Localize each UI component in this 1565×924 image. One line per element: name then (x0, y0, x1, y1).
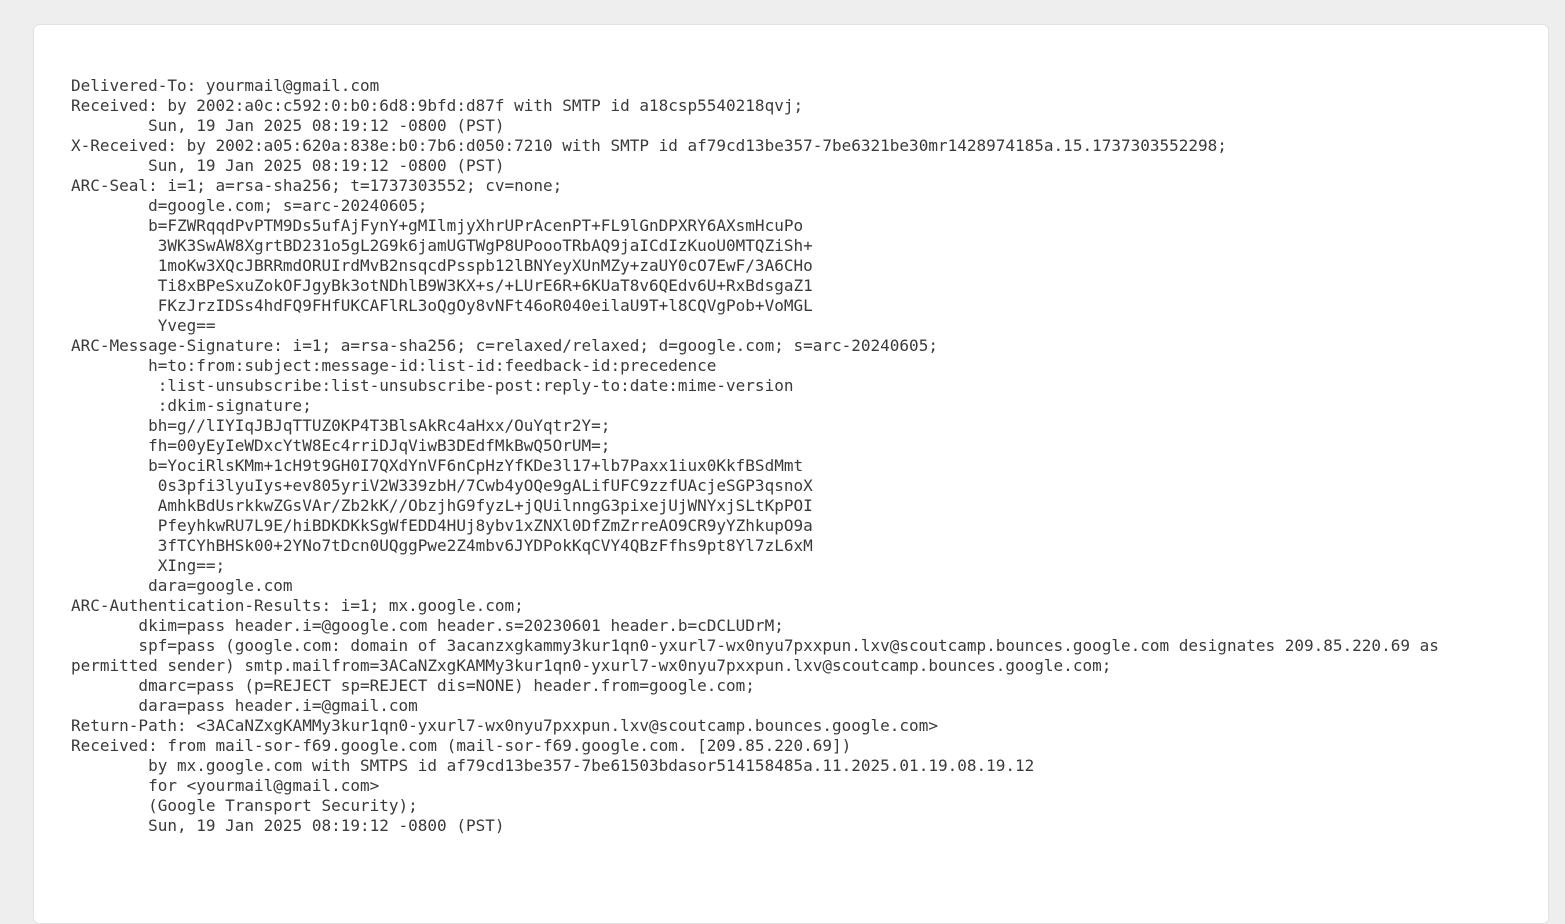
header-line: PfeyhkwRU7L9E/hiBDKDKkSgWfEDD4HUj8ybv1xZ… (71, 516, 813, 535)
header-line: spf=pass (google.com: domain of 3acanzxg… (71, 636, 1439, 655)
header-line: b=FZWRqqdPvPTM9Ds5ufAjFynY+gMIlmjyXhrUPr… (71, 216, 804, 235)
header-line: 3fTCYhBHSk00+2YNo7tDcn0UQggPwe2Z4mbv6JYD… (71, 536, 813, 555)
header-line: bh=g//lIYIqJBJqTTUZ0KP4T3BlsAkRc4aHxx/Ou… (71, 416, 611, 435)
header-line: X-Received: by 2002:a05:620a:838e:b0:7b6… (71, 136, 1227, 155)
header-line: ARC-Seal: i=1; a=rsa-sha256; t=173730355… (71, 176, 563, 195)
header-line: by mx.google.com with SMTPS id af79cd13b… (71, 756, 1035, 775)
header-line: XIng==; (71, 556, 226, 575)
header-line: h=to:from:subject:message-id:list-id:fee… (71, 356, 717, 375)
header-line: Received: from mail-sor-f69.google.com (… (71, 736, 852, 755)
header-line: Ti8xBPeSxuZokOFJgyBk3otNDhlB9W3KX+s/+LUr… (71, 276, 813, 295)
header-line: Delivered-To: yourmail@gmail.com (71, 76, 380, 95)
header-line: (Google Transport Security); (71, 796, 418, 815)
header-line: Sun, 19 Jan 2025 08:19:12 -0800 (PST) (71, 816, 505, 835)
header-line: Sun, 19 Jan 2025 08:19:12 -0800 (PST) (71, 116, 505, 135)
header-line: Yveg== (71, 316, 216, 335)
header-line: dara=google.com (71, 576, 293, 595)
header-line: fh=00yEyIeWDxcYtW8Ec4rriDJqViwB3DEdfMkBw… (71, 436, 611, 455)
header-line: 1moKw3XQcJBRRmdORUIrdMvB2nsqcdPsspb12lBN… (71, 256, 813, 275)
header-line: FKzJrzIDSs4hdFQ9FHfUKCAFlRL3oQgOy8vNFt46… (71, 296, 813, 315)
header-line: Return-Path: <3ACaNZxgKAMMy3kur1qn0-yxur… (71, 716, 938, 735)
raw-email-headers: Delivered-To: yourmail@gmail.com Received… (71, 76, 1439, 836)
header-line: 0s3pfi3lyuIys+ev805yriV2W339zbH/7Cwb4yOQ… (71, 476, 813, 495)
header-line: ARC-Authentication-Results: i=1; mx.goog… (71, 596, 524, 615)
header-line: dara=pass header.i=@gmail.com (71, 696, 418, 715)
header-line: for <yourmail@gmail.com> (71, 776, 380, 795)
header-line: :dkim-signature; (71, 396, 312, 415)
header-line: dmarc=pass (p=REJECT sp=REJECT dis=NONE)… (71, 676, 755, 695)
header-line: Received: by 2002:a0c:c592:0:b0:6d8:9bfd… (71, 96, 804, 115)
header-line: :list-unsubscribe:list-unsubscribe-post:… (71, 376, 794, 395)
header-line: permitted sender) smtp.mailfrom=3ACaNZxg… (71, 656, 1112, 675)
header-line: d=google.com; s=arc-20240605; (71, 196, 428, 215)
header-line: ARC-Message-Signature: i=1; a=rsa-sha256… (71, 336, 938, 355)
header-line: Sun, 19 Jan 2025 08:19:12 -0800 (PST) (71, 156, 505, 175)
header-line: b=YociRlsKMm+1cH9t9GH0I7QXdYnVF6nCpHzYfK… (71, 456, 804, 475)
header-line: dkim=pass header.i=@google.com header.s=… (71, 616, 784, 635)
header-line: AmhkBdUsrkkwZGsVAr/Zb2kK//ObzjhG9fyzL+jQ… (71, 496, 813, 515)
header-line: 3WK3SwAW8XgrtBD231o5gL2G9k6jamUGTWgP8UPo… (71, 236, 813, 255)
email-headers-card: Delivered-To: yourmail@gmail.com Received… (33, 24, 1549, 924)
